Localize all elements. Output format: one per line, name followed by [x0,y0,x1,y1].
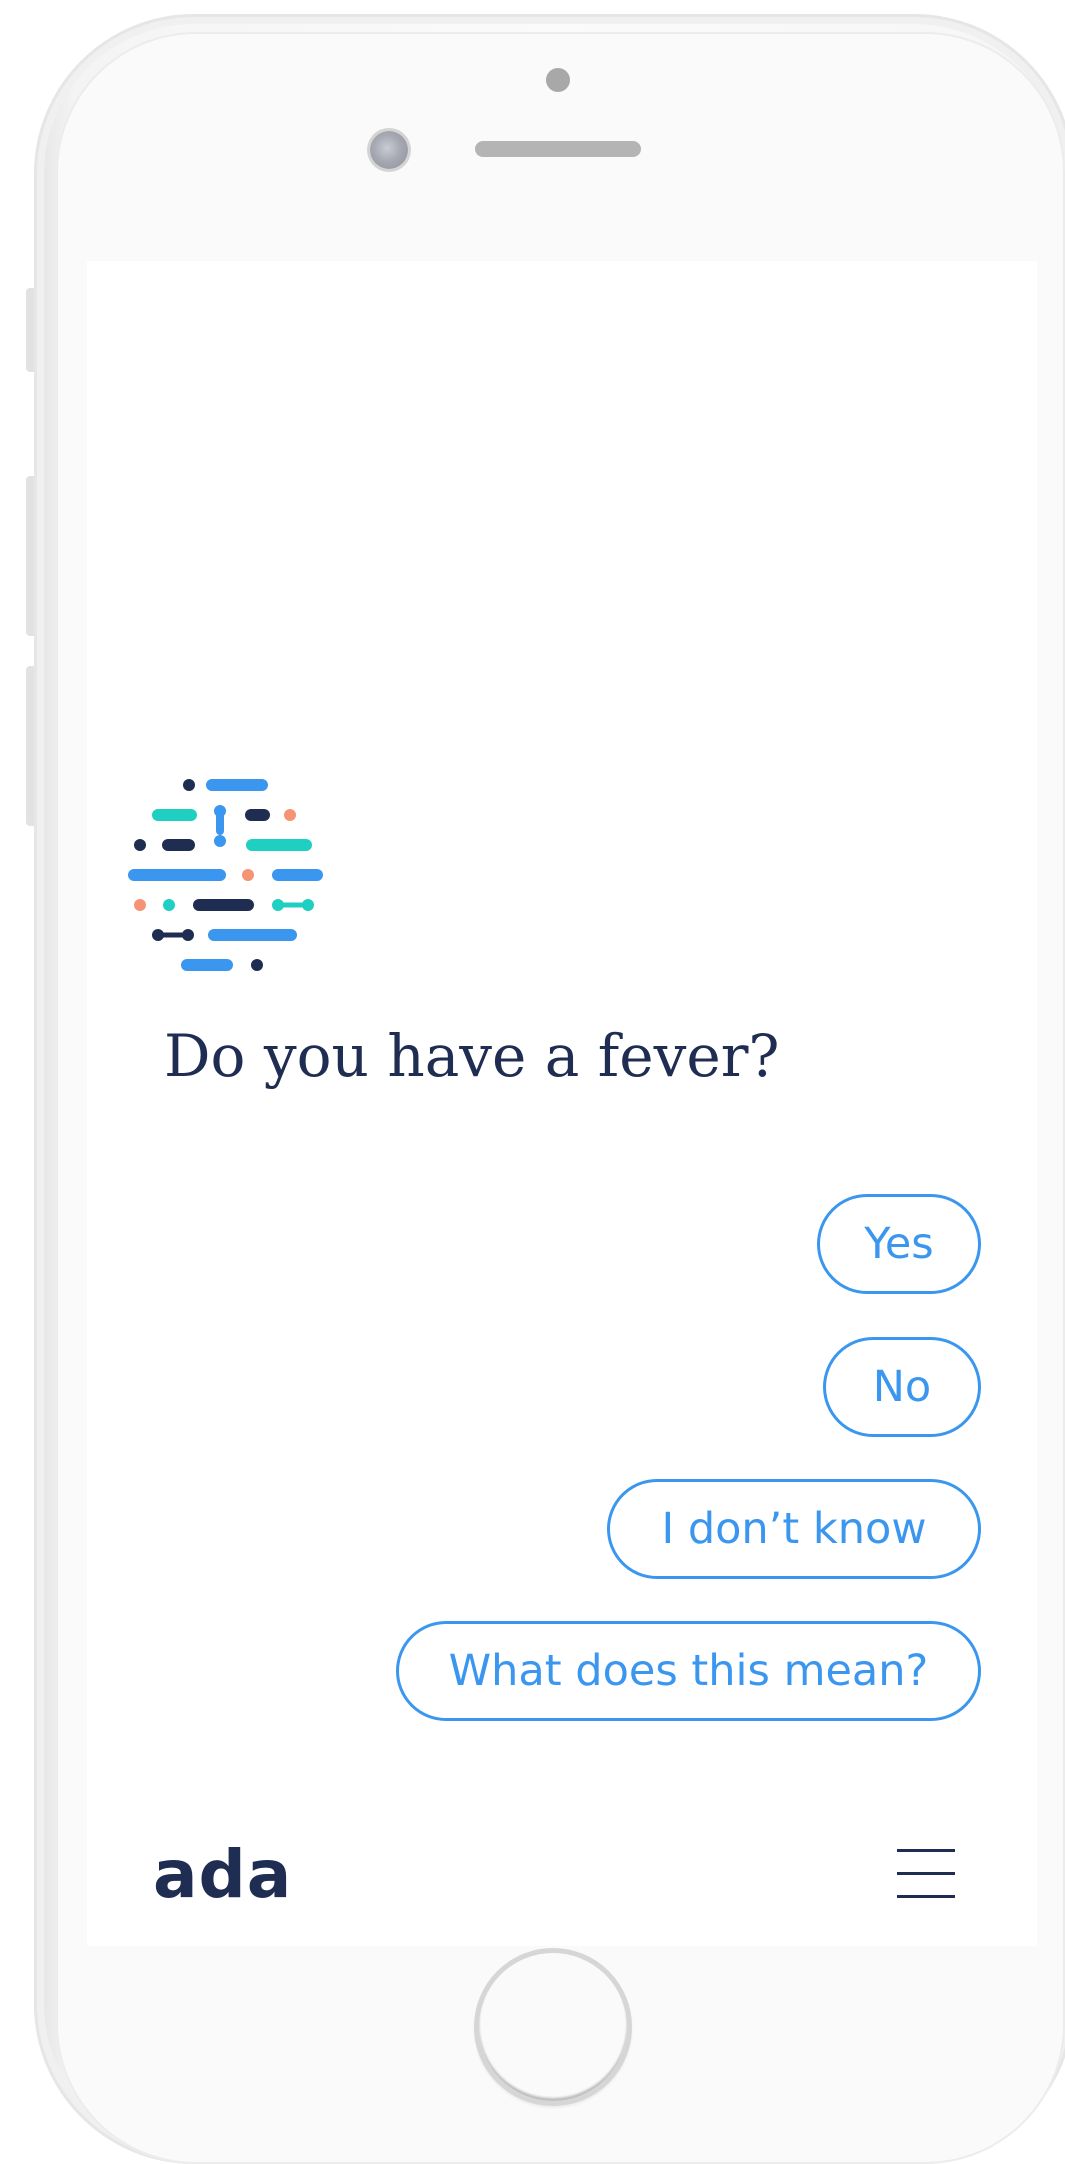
volume-up-button [26,476,34,636]
question-text: Do you have a fever? [164,1022,780,1090]
hamburger-menu-icon[interactable] [897,1849,955,1901]
ada-wordmark-logo: ada [153,1836,293,1913]
menu-line [897,1872,955,1875]
proximity-sensor-icon [546,68,570,92]
menu-line [897,1849,955,1852]
answer-dont-know-button[interactable]: I don’t know [607,1479,981,1579]
app-screen: Do you have a fever? Yes No I don’t know… [87,261,1037,1946]
answer-what-does-this-mean-button[interactable]: What does this mean? [396,1621,981,1721]
front-camera-icon [370,131,408,169]
ada-dot-logo-icon [128,779,323,971]
device-mockup: Do you have a fever? Yes No I don’t know… [0,0,1065,2164]
menu-line [897,1895,955,1898]
speaker-icon [475,141,641,157]
mute-switch [26,288,34,372]
answer-no-button[interactable]: No [823,1337,981,1437]
answer-yes-button[interactable]: Yes [817,1194,981,1294]
home-button-icon[interactable] [474,1948,632,2106]
volume-down-button [26,666,34,826]
